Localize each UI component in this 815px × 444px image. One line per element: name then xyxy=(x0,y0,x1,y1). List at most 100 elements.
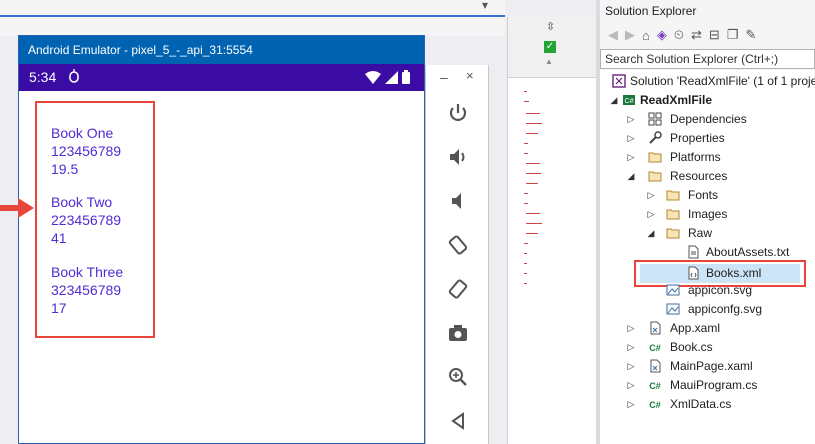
book-item: Book Two 223456789 41 xyxy=(51,193,121,247)
switch-views-icon[interactable]: ◈ xyxy=(657,27,667,43)
properties-icon[interactable]: ✎ xyxy=(745,27,756,43)
collapsed-chevron-icon[interactable]: ▷ xyxy=(626,110,636,129)
solution-tree: Solution 'ReadXmlFile' (1 of 1 project) … xyxy=(600,70,815,444)
folder-icon xyxy=(648,152,662,163)
collapse-all-icon[interactable]: ⊟ xyxy=(709,27,720,43)
collapsed-chevron-icon[interactable]: ▷ xyxy=(626,357,636,376)
svg-text:C#: C# xyxy=(649,400,661,410)
rotate-left-button[interactable] xyxy=(444,231,472,259)
power-icon xyxy=(449,104,467,121)
book-item: Book Three 323456789 17 xyxy=(51,263,123,317)
battery-icon xyxy=(402,70,410,84)
collapsed-chevron-icon[interactable]: ▷ xyxy=(626,395,636,414)
tree-label: Images xyxy=(688,207,728,221)
csharp-project-icon: C# xyxy=(623,95,635,105)
close-button[interactable]: × xyxy=(466,68,474,83)
book-title: Book Three xyxy=(51,264,124,280)
history-icon[interactable]: ⏲ xyxy=(674,27,684,43)
book-isbn: 223456789 xyxy=(51,212,122,228)
tree-label: App.xaml xyxy=(670,321,721,335)
minimize-button[interactable]: – xyxy=(440,69,448,85)
tree-label: Platforms xyxy=(670,150,721,164)
back-icon[interactable]: ◀ xyxy=(608,27,618,43)
csharp-file-icon: C# xyxy=(649,381,661,391)
collapsed-chevron-icon[interactable]: ▷ xyxy=(626,148,636,167)
code-mark xyxy=(524,203,528,204)
code-overview-strip[interactable]: ⇳ ✓ ▲ xyxy=(507,17,596,444)
home-icon[interactable]: ⌂ xyxy=(642,28,650,43)
expanded-chevron-icon[interactable]: ◢ xyxy=(609,91,619,110)
expanded-chevron-icon[interactable]: ◢ xyxy=(646,224,656,243)
rotate-left-icon xyxy=(448,235,468,255)
code-mark xyxy=(524,101,529,102)
code-mark xyxy=(526,113,540,114)
pointer-arrow-icon xyxy=(0,198,34,218)
panel-gap xyxy=(489,65,507,444)
book-item: Book One 123456789 19.5 xyxy=(51,124,121,178)
tree-label: XmlData.cs xyxy=(670,397,732,411)
solution-icon xyxy=(612,74,626,88)
collapsed-chevron-icon[interactable]: ▷ xyxy=(626,129,636,148)
tree-label: MauiProgram.cs xyxy=(670,378,758,392)
emulator-title-bar[interactable]: Android Emulator - pixel_5_-_api_31:5554 xyxy=(19,36,424,64)
back-button[interactable] xyxy=(444,407,472,435)
code-mark xyxy=(526,233,538,234)
book-isbn: 323456789 xyxy=(51,282,122,298)
camera-icon xyxy=(449,325,467,341)
zoom-button[interactable] xyxy=(444,363,472,391)
scroll-up-icon[interactable]: ▲ xyxy=(545,57,553,66)
sync-icon[interactable]: ⇄ xyxy=(691,27,702,43)
svg-text:C#: C# xyxy=(649,381,661,391)
no-issues-check-icon: ✓ xyxy=(544,41,556,53)
code-mark xyxy=(526,163,540,164)
screenshot-button[interactable] xyxy=(444,319,472,347)
code-mark xyxy=(526,183,538,184)
tree-label: Resources xyxy=(670,169,728,183)
volume-down-button[interactable] xyxy=(444,187,472,215)
xaml-file-icon xyxy=(650,321,661,335)
rotate-right-icon xyxy=(448,279,468,299)
power-button[interactable] xyxy=(444,99,472,127)
back-icon xyxy=(451,412,464,430)
book-title: Book Two xyxy=(51,194,113,210)
tree-label: Raw xyxy=(688,226,713,240)
show-all-files-icon[interactable]: ❐ xyxy=(727,27,739,43)
code-mark xyxy=(526,223,542,224)
collapsed-chevron-icon[interactable]: ▷ xyxy=(626,319,636,338)
book-title: Book One xyxy=(51,125,114,141)
svg-text:C#: C# xyxy=(649,343,661,353)
collapsed-chevron-icon[interactable]: ▷ xyxy=(626,376,636,395)
code-mark xyxy=(524,273,527,274)
book-isbn: 123456789 xyxy=(51,143,122,159)
status-icons xyxy=(365,70,410,84)
strip-header: ⇳ ✓ ▲ xyxy=(508,17,596,78)
collapsed-chevron-icon[interactable]: ▷ xyxy=(646,205,656,224)
code-mark xyxy=(524,253,527,254)
rotate-right-button[interactable] xyxy=(444,275,472,303)
code-mark xyxy=(524,91,527,92)
code-mark xyxy=(526,123,542,124)
forward-icon[interactable]: ▶ xyxy=(625,27,635,43)
folder-icon xyxy=(666,209,680,220)
folder-open-icon xyxy=(666,228,680,239)
folder-open-icon xyxy=(648,171,662,182)
csharp-file-icon: C# xyxy=(649,400,661,410)
dropdown-icon[interactable]: ▾ xyxy=(482,0,488,12)
solution-search-input[interactable]: Search Solution Explorer (Ctrl+;) xyxy=(600,49,815,69)
volume-up-button[interactable] xyxy=(444,143,472,171)
signal-icon xyxy=(385,70,398,84)
split-icon[interactable]: ⇳ xyxy=(546,20,555,33)
collapsed-chevron-icon[interactable]: ▷ xyxy=(646,186,656,205)
text-file-icon xyxy=(688,245,699,259)
expanded-chevron-icon[interactable]: ◢ xyxy=(626,167,636,186)
tree-label: Fonts xyxy=(688,188,719,202)
collapsed-chevron-icon[interactable]: ▷ xyxy=(626,338,636,357)
folder-icon xyxy=(666,190,680,201)
tree-label: MainPage.xaml xyxy=(670,359,753,373)
book-price: 17 xyxy=(51,300,67,316)
svg-text:C#: C# xyxy=(625,98,634,105)
tree-label: Properties xyxy=(670,131,725,145)
image-file-icon xyxy=(666,303,680,315)
tree-label: appicon.svg xyxy=(688,283,753,297)
code-mark xyxy=(524,263,527,264)
